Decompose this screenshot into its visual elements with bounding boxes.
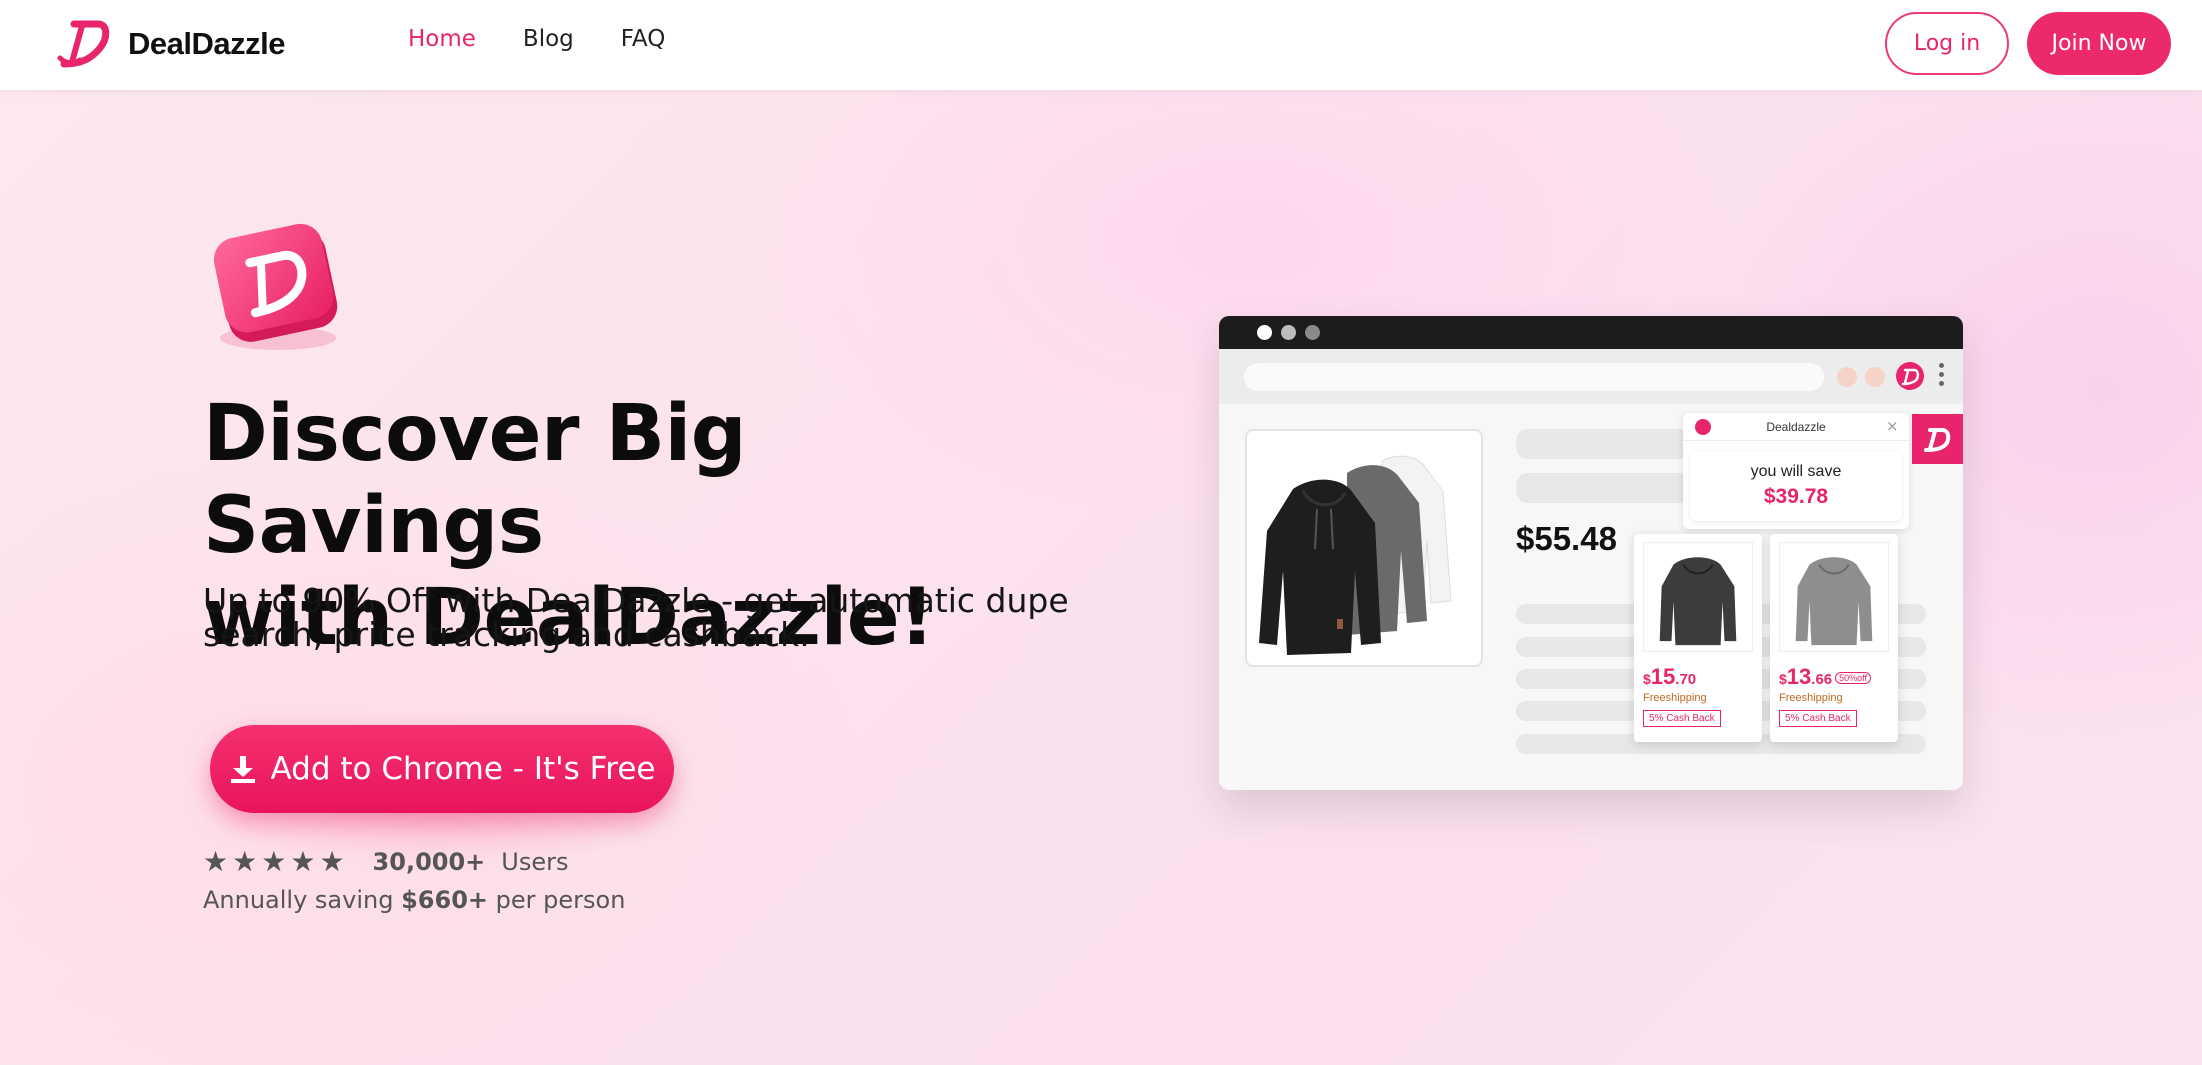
top-navbar: DealDazzle Home Blog FAQ Log in Join Now <box>0 0 2202 91</box>
mock-address-bar <box>1244 363 1824 391</box>
shipping-label: Freeshipping <box>1779 692 1843 704</box>
logo-d-icon <box>57 20 110 68</box>
extension-logo-icon <box>1896 362 1924 390</box>
logo-d-icon <box>1924 428 1951 452</box>
hoodie-image <box>1259 455 1452 655</box>
price-cents: .70 <box>1675 671 1697 688</box>
dupe-product-card[interactable]: $13.66 50%off Freeshipping 5% Cash Back <box>1770 534 1898 742</box>
saving-suffix: per person <box>495 886 626 914</box>
saving-amount: $660+ <box>401 886 488 914</box>
star-icon: ★ <box>203 845 229 878</box>
saving-prefix: Annually saving <box>203 886 394 914</box>
dupe-image <box>1643 542 1753 652</box>
extension-popup: Dealdazzle × you will save $39.78 <box>1683 413 1909 529</box>
join-now-button[interactable]: Join Now <box>2027 12 2171 75</box>
extension-side-tab[interactable] <box>1912 414 1963 464</box>
mock-titlebar <box>1219 316 1963 349</box>
cta-label: Add to Chrome - It's Free <box>270 751 656 787</box>
nav-link-blog[interactable]: Blog <box>523 26 574 52</box>
star-icon: ★ <box>319 845 345 878</box>
cashback-badge: 5% Cash Back <box>1643 710 1721 727</box>
dupe-image <box>1779 542 1889 652</box>
save-label: you will save <box>1750 463 1842 480</box>
nav-link-home[interactable]: Home <box>408 26 476 52</box>
price-currency: $ <box>1779 671 1787 687</box>
star-icon: ★ <box>261 845 287 878</box>
nav-link-faq[interactable]: FAQ <box>621 26 666 52</box>
add-to-chrome-button[interactable]: Add to Chrome - It's Free <box>210 725 674 813</box>
mock-address-row <box>1219 349 1963 404</box>
window-dot <box>1257 325 1272 340</box>
nav-links: Home Blog FAQ <box>408 26 712 52</box>
hoodie-image <box>1659 557 1737 646</box>
ext-placeholder <box>1865 367 1885 387</box>
hero-subline: Up to 90% Off with DealDazzle - get auto… <box>203 581 1069 654</box>
logo-text: DealDazzle <box>128 26 285 61</box>
popup-title: Dealdazzle <box>1766 420 1826 434</box>
discount-badge: 50%off <box>1835 672 1871 684</box>
star-icon: ★ <box>232 845 258 878</box>
shipping-label: Freeshipping <box>1643 692 1707 704</box>
dupe-price: $13.66 50%off <box>1779 664 1871 690</box>
ext-placeholder <box>1837 367 1857 387</box>
kebab-menu-icon <box>1939 363 1945 389</box>
price-currency: $ <box>1643 671 1651 687</box>
hoodie-image <box>1795 557 1873 646</box>
cashback-badge: 5% Cash Back <box>1779 710 1857 727</box>
download-icon <box>230 756 255 783</box>
placeholder-bar <box>1516 473 1696 503</box>
window-dot <box>1281 325 1296 340</box>
close-icon[interactable]: × <box>1886 417 1899 435</box>
product-image-card <box>1245 429 1483 667</box>
window-dot <box>1305 325 1320 340</box>
dupe-price: $15.70 <box>1643 664 1696 690</box>
users-count: 30,000+ <box>372 848 486 876</box>
app-logo-icon <box>213 223 338 350</box>
popup-header: Dealdazzle × <box>1683 413 1909 441</box>
login-button[interactable]: Log in <box>1885 12 2009 75</box>
placeholder-bar <box>1516 429 1696 459</box>
savings-box: you will save $39.78 <box>1690 451 1902 521</box>
price-whole: 15 <box>1650 664 1676 689</box>
browser-mockup: $55.48 Dealdazzle × you will save $39.78… <box>1219 316 1963 790</box>
logo[interactable]: DealDazzle <box>56 18 285 70</box>
annual-saving: Annually saving $660+ per person <box>203 886 625 914</box>
star-icon: ★ <box>290 845 316 878</box>
price-cents: .66 <box>1811 671 1833 688</box>
dupe-product-card[interactable]: $15.70 Freeshipping 5% Cash Back <box>1634 534 1762 742</box>
price-whole: 13 <box>1786 664 1812 689</box>
user-rating: ★ ★ ★ ★ ★ 30,000+ Users <box>203 847 569 877</box>
users-label: Users <box>501 848 569 876</box>
save-amount: $39.78 <box>1763 485 1829 508</box>
product-price: $55.48 <box>1516 520 1617 557</box>
headline-line-1: Discover Big Savings <box>203 389 747 571</box>
